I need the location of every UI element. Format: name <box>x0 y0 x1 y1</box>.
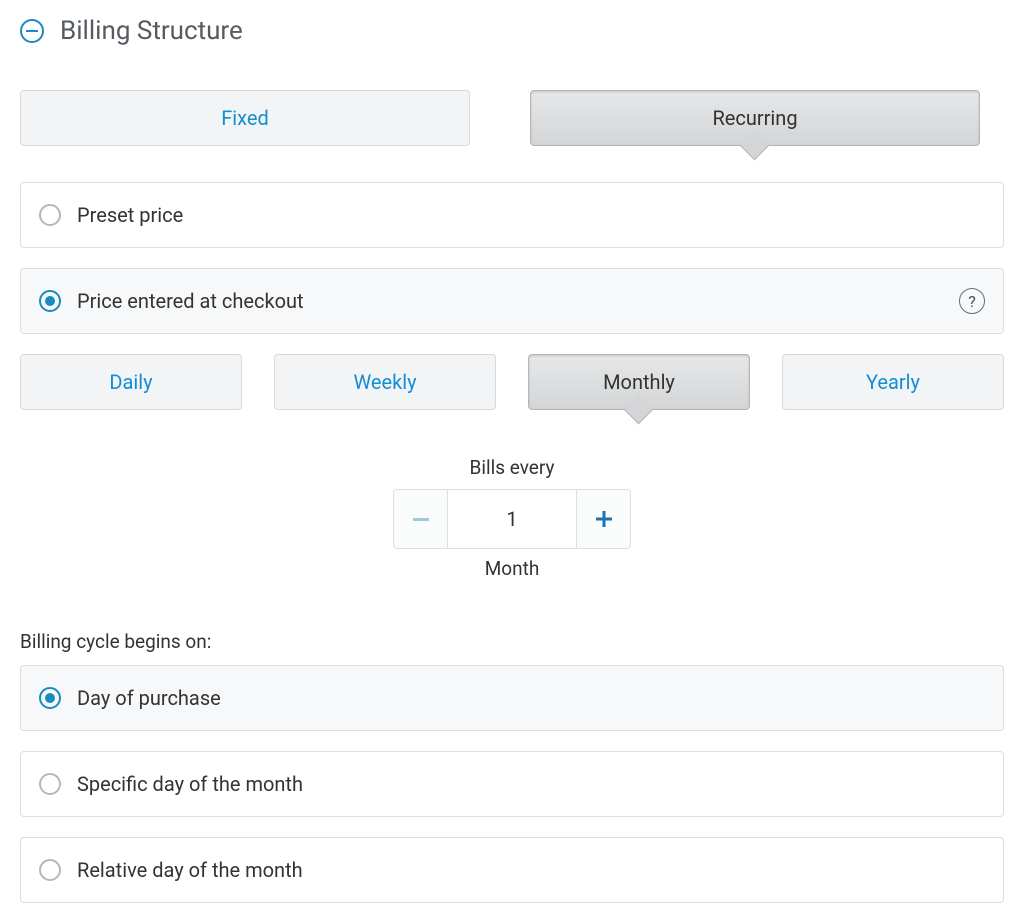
bills-every-label: Bills every <box>20 456 1004 479</box>
minus-icon <box>411 509 431 529</box>
radio-icon <box>39 859 61 881</box>
billing-type-tabs: Fixed Recurring <box>20 90 1004 146</box>
tab-label: Fixed <box>221 106 269 130</box>
radio-icon <box>39 204 61 226</box>
radio-label: Price entered at checkout <box>77 289 959 313</box>
radio-label: Specific day of the month <box>77 772 985 796</box>
plus-icon <box>594 509 614 529</box>
radio-label: Day of purchase <box>77 686 985 710</box>
radio-price-at-checkout[interactable]: Price entered at checkout ? <box>20 268 1004 334</box>
tab-yearly[interactable]: Yearly <box>782 354 1004 410</box>
tab-label: Daily <box>109 370 152 394</box>
stepper-increment[interactable] <box>577 489 631 549</box>
tab-fixed[interactable]: Fixed <box>20 90 470 146</box>
radio-label: Preset price <box>77 203 985 227</box>
radio-specific-day[interactable]: Specific day of the month <box>20 751 1004 817</box>
bills-every-unit: Month <box>20 557 1004 580</box>
radio-preset-price[interactable]: Preset price <box>20 182 1004 248</box>
radio-icon <box>39 290 61 312</box>
radio-relative-day[interactable]: Relative day of the month <box>20 837 1004 903</box>
tab-label: Yearly <box>866 370 920 394</box>
section-title: Billing Structure <box>60 16 243 46</box>
tab-label: Recurring <box>712 106 797 130</box>
cycle-heading: Billing cycle begins on: <box>20 630 1004 653</box>
radio-label: Relative day of the month <box>77 858 985 882</box>
tab-label: Monthly <box>603 370 675 394</box>
tab-recurring[interactable]: Recurring <box>530 90 980 146</box>
interval-tabs: Daily Weekly Monthly Yearly <box>20 354 1004 410</box>
tab-weekly[interactable]: Weekly <box>274 354 496 410</box>
stepper-decrement[interactable] <box>393 489 447 549</box>
bills-every-block: Bills every 1 Month <box>20 456 1004 580</box>
radio-icon <box>39 687 61 709</box>
help-icon[interactable]: ? <box>959 288 985 314</box>
tab-monthly[interactable]: Monthly <box>528 354 750 410</box>
collapse-icon[interactable] <box>20 19 44 43</box>
radio-day-of-purchase[interactable]: Day of purchase <box>20 665 1004 731</box>
tab-label: Weekly <box>353 370 416 394</box>
quantity-stepper: 1 <box>393 489 631 549</box>
tab-daily[interactable]: Daily <box>20 354 242 410</box>
stepper-value[interactable]: 1 <box>447 489 577 549</box>
section-header: Billing Structure <box>20 16 1004 46</box>
radio-icon <box>39 773 61 795</box>
